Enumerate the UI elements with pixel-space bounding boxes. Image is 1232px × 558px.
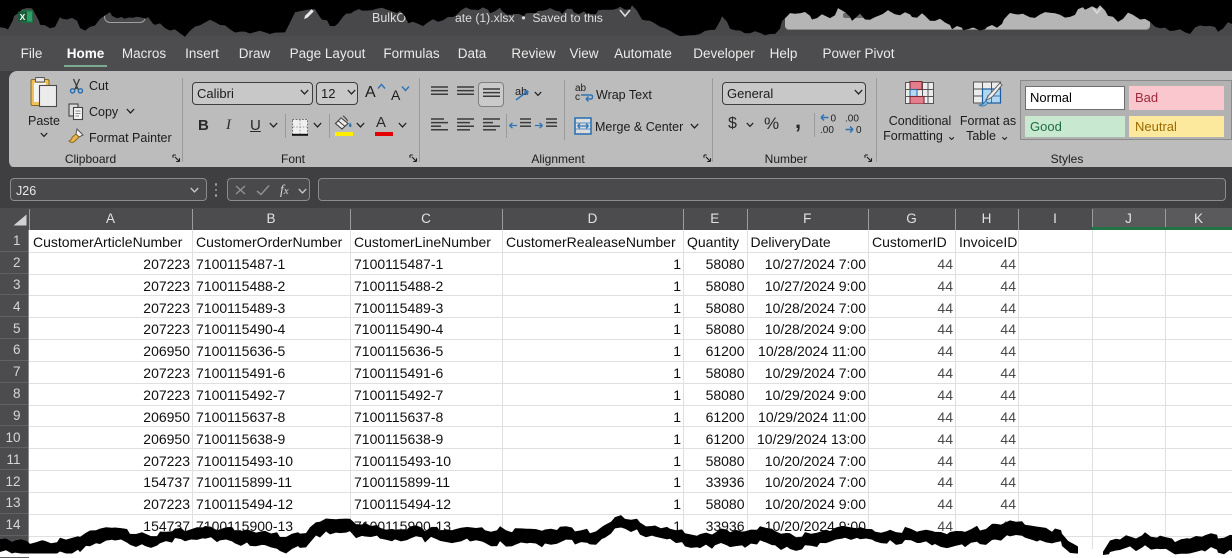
svg-text:.00: .00 [820, 125, 834, 135]
svg-text:.00: .00 [845, 114, 859, 125]
svg-text:0: 0 [831, 114, 837, 125]
svg-text:X: X [20, 12, 26, 22]
